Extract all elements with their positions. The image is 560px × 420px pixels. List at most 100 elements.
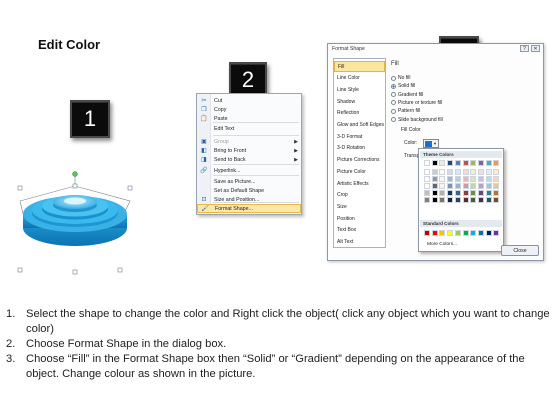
theme-color-swatch[interactable] — [462, 197, 469, 203]
fill-option-slide-background-fill[interactable]: Slide background fill — [391, 117, 443, 123]
radio-button[interactable] — [391, 108, 396, 114]
theme-color-swatch[interactable] — [439, 190, 446, 196]
theme-color-swatch[interactable] — [454, 183, 461, 189]
standard-color-swatch[interactable] — [439, 230, 446, 236]
theme-color-swatch[interactable] — [439, 183, 446, 189]
theme-color-swatch[interactable] — [447, 176, 454, 182]
menu-item-copy[interactable]: ❐ Copy — [197, 105, 301, 114]
standard-color-swatch[interactable] — [431, 230, 438, 236]
standard-color-swatch[interactable] — [470, 230, 477, 236]
theme-color-swatch[interactable] — [447, 169, 454, 175]
theme-color-swatch[interactable] — [470, 160, 477, 166]
close-window-button[interactable]: ✕ — [531, 45, 540, 52]
standard-color-swatch[interactable] — [454, 230, 461, 236]
theme-color-swatch[interactable] — [485, 176, 492, 182]
theme-color-swatch[interactable] — [485, 169, 492, 175]
menu-item-bring-to-front[interactable]: ◧ Bring to Front ▶ — [197, 146, 301, 155]
theme-color-swatch[interactable] — [477, 160, 484, 166]
menu-item-hyperlink[interactable]: 🔗 Hyperlink... — [197, 166, 301, 175]
theme-color-swatch[interactable] — [439, 169, 446, 175]
standard-color-swatch[interactable] — [485, 230, 492, 236]
theme-color-swatch[interactable] — [424, 176, 430, 182]
standard-color-swatch[interactable] — [477, 230, 484, 236]
menu-item-save-as-picture[interactable]: Save as Picture... — [197, 177, 301, 186]
theme-color-swatch[interactable] — [431, 169, 438, 175]
fill-option-solid-fill[interactable]: Solid fill — [391, 83, 415, 89]
theme-color-swatch[interactable] — [454, 160, 461, 166]
menu-item-send-to-back[interactable]: ◨ Send to Back ▶ — [197, 155, 301, 164]
theme-color-swatch[interactable] — [439, 176, 446, 182]
menu-item-cut[interactable]: ✂ Cut — [197, 96, 301, 105]
color-picker-button[interactable]: ▼ — [423, 139, 439, 148]
theme-color-swatch[interactable] — [447, 190, 454, 196]
category-line-style[interactable]: Line Style — [334, 84, 385, 95]
category-crop[interactable]: Crop — [334, 190, 385, 201]
theme-color-swatch[interactable] — [447, 183, 454, 189]
radio-button[interactable] — [391, 92, 396, 98]
theme-color-swatch[interactable] — [454, 176, 461, 182]
menu-item-paste[interactable]: 📋 Paste — [197, 114, 301, 123]
standard-color-swatch[interactable] — [424, 230, 430, 236]
theme-color-swatch[interactable] — [470, 183, 477, 189]
category-line-color[interactable]: Line Color — [334, 73, 385, 84]
category-picture-corrections[interactable]: Picture Corrections — [334, 155, 385, 166]
fill-option-no-fill[interactable]: No fill — [391, 75, 411, 81]
radio-button[interactable] — [391, 75, 396, 81]
theme-color-swatch[interactable] — [447, 160, 454, 166]
menu-item-edit-text[interactable]: Edit Text — [197, 124, 301, 133]
theme-color-swatch[interactable] — [454, 190, 461, 196]
category-glow-and-soft-edges[interactable]: Glow and Soft Edges — [334, 120, 385, 131]
fill-option-pattern-fill[interactable]: Pattern fill — [391, 108, 420, 114]
theme-color-swatch[interactable] — [431, 160, 438, 166]
selected-shape[interactable] — [0, 160, 150, 280]
theme-color-swatch[interactable] — [424, 197, 430, 203]
theme-color-swatch[interactable] — [462, 169, 469, 175]
theme-color-swatch[interactable] — [477, 197, 484, 203]
theme-color-swatch[interactable] — [431, 190, 438, 196]
fill-option-gradient-fill[interactable]: Gradient fill — [391, 92, 423, 98]
theme-color-swatch[interactable] — [424, 169, 430, 175]
theme-color-swatch[interactable] — [493, 183, 500, 189]
theme-color-swatch[interactable] — [485, 190, 492, 196]
category-3-d-rotation[interactable]: 3-D Rotation — [334, 143, 385, 154]
close-button[interactable]: Close — [501, 245, 539, 256]
theme-color-swatch[interactable] — [477, 190, 484, 196]
menu-item-group[interactable]: ▣ Group ▶ — [197, 137, 301, 146]
theme-color-swatch[interactable] — [454, 169, 461, 175]
theme-color-swatch[interactable] — [493, 160, 500, 166]
theme-color-swatch[interactable] — [439, 160, 446, 166]
standard-color-swatch[interactable] — [447, 230, 454, 236]
category-shadow[interactable]: Shadow — [334, 96, 385, 107]
fill-option-picture-or-texture-fill[interactable]: Picture or texture fill — [391, 100, 442, 106]
theme-color-swatch[interactable] — [477, 176, 484, 182]
menu-item-format-shape[interactable]: 🖌 Format Shape... — [197, 204, 301, 213]
theme-color-swatch[interactable] — [477, 169, 484, 175]
theme-color-swatch[interactable] — [485, 197, 492, 203]
radio-button[interactable] — [391, 83, 396, 89]
theme-color-swatch[interactable] — [462, 190, 469, 196]
theme-color-swatch[interactable] — [493, 176, 500, 182]
theme-color-swatch[interactable] — [462, 160, 469, 166]
theme-color-swatch[interactable] — [485, 183, 492, 189]
more-colors-link[interactable]: More Colors... — [427, 242, 457, 247]
theme-color-swatch[interactable] — [454, 197, 461, 203]
category-picture-color[interactable]: Picture Color — [334, 166, 385, 177]
theme-color-swatch[interactable] — [477, 183, 484, 189]
category-fill[interactable]: Fill — [334, 61, 385, 72]
standard-color-swatch[interactable] — [493, 230, 500, 236]
theme-color-swatch[interactable] — [462, 183, 469, 189]
category-3-d-format[interactable]: 3-D Format — [334, 131, 385, 142]
category-size[interactable]: Size — [334, 201, 385, 212]
theme-color-swatch[interactable] — [493, 169, 500, 175]
menu-item-size-and-position[interactable]: ⊡ Size and Position... — [197, 195, 301, 204]
standard-color-swatch[interactable] — [462, 230, 469, 236]
radio-button[interactable] — [391, 117, 396, 122]
menu-item-set-as-default-shape[interactable]: Set as Default Shape — [197, 186, 301, 195]
theme-color-swatch[interactable] — [485, 160, 492, 166]
theme-color-swatch[interactable] — [470, 190, 477, 196]
category-position[interactable]: Position — [334, 213, 385, 224]
category-reflection[interactable]: Reflection — [334, 108, 385, 119]
category-alt-text[interactable]: Alt Text — [334, 237, 385, 248]
theme-color-swatch[interactable] — [431, 176, 438, 182]
theme-color-swatch[interactable] — [470, 197, 477, 203]
